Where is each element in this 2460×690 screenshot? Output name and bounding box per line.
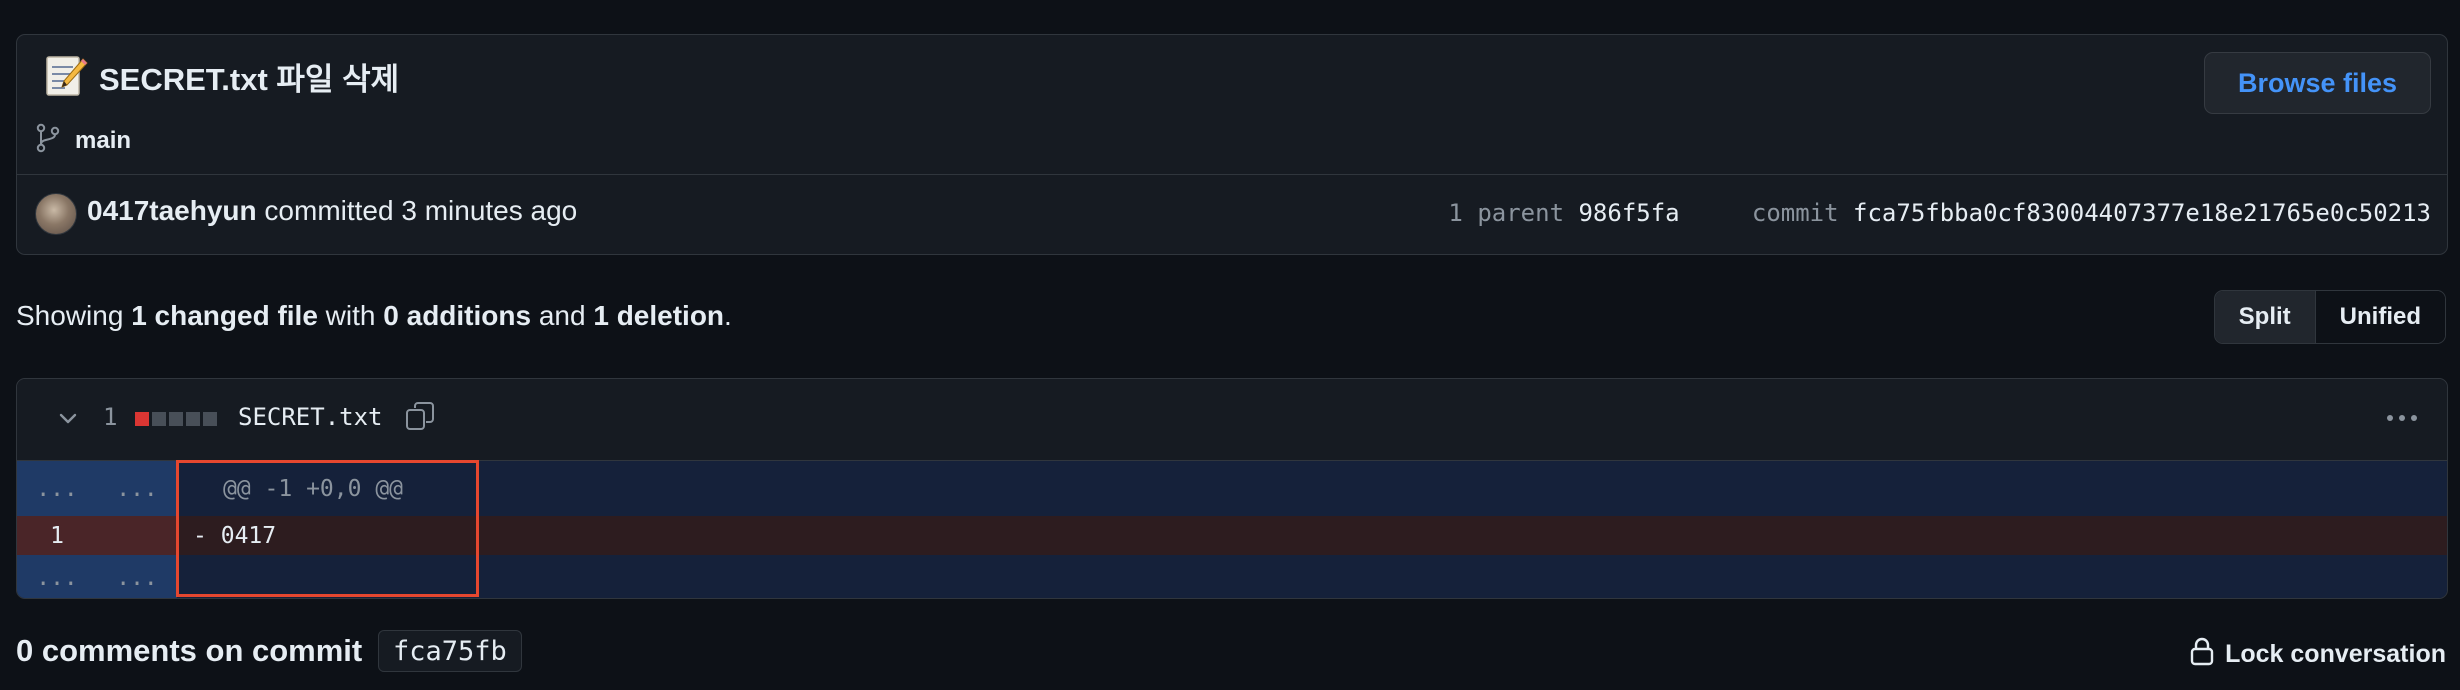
new-line-number xyxy=(97,516,177,555)
copy-icon[interactable] xyxy=(404,400,436,432)
commit-action-text: committed 3 minutes ago xyxy=(264,195,578,226)
diff-view-toggle: Split Unified xyxy=(2213,290,2446,344)
diffstat-neutral-block xyxy=(186,412,200,426)
diff-sign: - xyxy=(193,522,207,549)
kebab-menu-icon[interactable] xyxy=(2385,409,2419,427)
diff-summary: Showing 1 changed file with 0 additions … xyxy=(16,300,732,332)
additions-count: 0 additions xyxy=(383,300,532,331)
deletions-count: 1 deletion xyxy=(593,300,725,331)
commit-title-row: SECRET.txt 파일 삭제 xyxy=(43,53,399,99)
commit-label: commit xyxy=(1751,199,1839,227)
gutter: ... ... xyxy=(17,461,177,516)
summary-text: and xyxy=(531,300,594,331)
file-header: 1 SECRET.txt xyxy=(17,379,2447,461)
summary-text: Showing xyxy=(16,300,132,331)
short-sha-chip: fca75fb xyxy=(378,630,522,672)
branch-info: main xyxy=(35,123,131,158)
summary-text: with xyxy=(317,300,384,331)
old-line-number[interactable]: 1 xyxy=(17,516,97,555)
change-count: 1 xyxy=(103,403,118,431)
parent-label: 1 parent xyxy=(1448,199,1565,227)
expand-footer-row: ... ... xyxy=(17,555,2447,598)
author-line: 0417taehyun committed 3 minutes ago xyxy=(87,195,577,227)
expand-up-button[interactable]: ... xyxy=(97,461,177,516)
lock-conversation-label: Lock conversation xyxy=(2225,640,2446,668)
lock-icon xyxy=(2189,636,2215,673)
browse-files-button[interactable]: Browse files xyxy=(2204,52,2431,114)
unified-view-button[interactable]: Unified xyxy=(2315,291,2445,343)
diffstat-neutral-block xyxy=(152,412,166,426)
gutter: 1 xyxy=(17,516,177,555)
hunk-header-row: ... ... @@ -1 +0,0 @@ xyxy=(17,461,2447,516)
lock-conversation-button[interactable]: Lock conversation xyxy=(2189,636,2446,673)
diffstat-neutral-block xyxy=(169,412,183,426)
commit-title: SECRET.txt 파일 삭제 xyxy=(99,61,400,97)
diff-line-text: 0417 xyxy=(220,522,277,549)
chevron-down-icon[interactable] xyxy=(55,405,81,431)
split-view-button[interactable]: Split xyxy=(2214,291,2316,343)
diffstat-neutral-block xyxy=(203,412,217,426)
diff-line-code: - 0417 xyxy=(193,516,276,555)
commit-sha: fca75fbba0cf83004407377e18e21765e0c50213 xyxy=(1853,199,2431,227)
deletion-line: 1 - 0417 xyxy=(17,516,2447,555)
author-link[interactable]: 0417taehyun xyxy=(87,195,257,226)
diffstat-deleted-block xyxy=(135,412,149,426)
expand-down-button[interactable]: ... xyxy=(17,555,97,598)
memo-icon xyxy=(43,53,89,99)
branch-name[interactable]: main xyxy=(75,127,131,155)
commit-sha-info: 1 parent 986f5fa commit fca75fbba0cf8300… xyxy=(1448,199,2431,227)
expand-down-button[interactable]: ... xyxy=(97,555,177,598)
commit-meta: 0417taehyun committed 3 minutes ago 1 pa… xyxy=(17,175,2447,255)
commit-header: SECRET.txt 파일 삭제 main Browse files 0417t… xyxy=(16,34,2448,255)
summary-text: . xyxy=(724,300,732,331)
expand-up-button[interactable]: ... xyxy=(17,461,97,516)
gutter: ... ... xyxy=(17,555,177,598)
avatar[interactable] xyxy=(35,193,77,235)
git-branch-icon xyxy=(35,123,61,158)
changed-files-count[interactable]: 1 changed file xyxy=(131,300,318,331)
hunk-header: @@ -1 +0,0 @@ xyxy=(223,475,404,502)
file-diff: 1 SECRET.txt ... ... @@ -1 +0,0 @@ 1 - 0… xyxy=(16,378,2448,599)
diffstat-bar xyxy=(135,412,217,426)
comments-title: 0 comments on commit xyxy=(16,633,363,668)
file-name-link[interactable]: SECRET.txt xyxy=(238,403,383,431)
commit-title-section: SECRET.txt 파일 삭제 main Browse files xyxy=(17,35,2447,175)
parent-sha-link[interactable]: 986f5fa xyxy=(1578,199,1679,227)
